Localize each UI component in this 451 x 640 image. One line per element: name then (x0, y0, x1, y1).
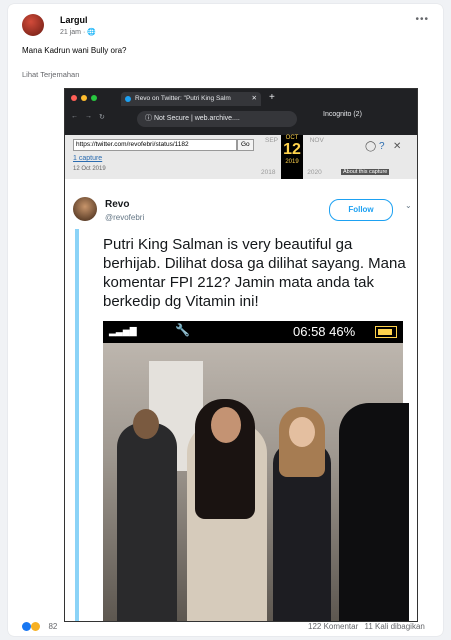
reload-icon: ↻ (99, 114, 105, 121)
tweet-author-name: Revo (105, 199, 130, 210)
not-secure-label: Not Secure (153, 115, 189, 122)
info-icon: ⓘ (145, 115, 154, 122)
tweet-image: ▂▃▅▇ 🔧 06:58 46% (103, 321, 409, 621)
next-year: 2020 (307, 169, 322, 176)
wayback-toolbar: https://twitter.com/revofebri/status/118… (65, 135, 417, 179)
wrench-icon: 🔧 (175, 323, 190, 337)
about-capture-button: About this capture (341, 169, 390, 175)
current-day: 12 (283, 141, 301, 158)
photo-person-foreground (339, 403, 409, 621)
post-caption: Mana Kadrun wani Bully ora? (22, 46, 127, 55)
maximize-window-icon (91, 95, 97, 101)
post-time[interactable]: 21 jam (60, 29, 81, 36)
phone-clock: 06:58 (293, 324, 326, 339)
user-icon: ◯ (365, 141, 377, 152)
next-month: NOV (309, 137, 324, 144)
close-window-icon (71, 95, 77, 101)
prev-month: SEP (265, 137, 278, 144)
shared-screenshot[interactable]: Revo on Twitter: "Putri King Salm ✕ + ← … (64, 88, 418, 622)
author-name[interactable]: Largul (60, 15, 88, 25)
incognito-label: Incognito (2) (323, 111, 362, 118)
current-year: 2019 (285, 159, 299, 165)
facebook-post-card: Largul 21 jam · 🌐 ••• Mana Kadrun wani B… (8, 4, 443, 636)
comments-count[interactable]: 122 Komentar (308, 622, 358, 631)
tab-title: Revo on Twitter: "Putri King Salm (135, 95, 231, 102)
browser-tab: Revo on Twitter: "Putri King Salm ✕ (121, 92, 261, 106)
capture-date: 12 Oct 2019 (73, 166, 106, 172)
signal-icon: ▂▃▅▇ (109, 326, 137, 336)
like-reaction-icon (22, 622, 31, 632)
engagement-counts: 122 Komentar 11 Kali dibagikan (308, 622, 425, 631)
more-options-icon[interactable]: ••• (415, 14, 429, 25)
see-translation-link[interactable]: Lihat Terjemahan (22, 70, 79, 79)
help-icon: ? (379, 141, 385, 152)
shares-count[interactable]: 11 Kali dibagikan (365, 622, 425, 631)
minimize-window-icon (81, 95, 87, 101)
browser-chrome: Revo on Twitter: "Putri King Salm ✕ + ← … (65, 89, 417, 135)
author-avatar[interactable] (22, 14, 44, 36)
new-tab-button: + (269, 92, 275, 103)
tweet-author-handle: @revofebri (105, 213, 145, 222)
browser-nav: ← → ↻ ⓘ Not Secure | web.archive.... (65, 107, 417, 131)
close-tab-icon: ✕ (251, 95, 257, 102)
thread-line (75, 229, 79, 621)
chevron-down-icon: ⌄ (405, 201, 412, 210)
battery-icon (375, 326, 397, 338)
prev-year: 2018 (261, 169, 276, 176)
forward-arrow-icon: → (85, 113, 92, 120)
reactions-summary[interactable]: 82 (22, 622, 58, 632)
address-text: web.archive.... (194, 115, 240, 122)
wayback-go-button: Go (237, 139, 254, 151)
tweet-avatar (73, 197, 97, 221)
capture-count: 1 capture (73, 155, 103, 162)
address-bar: ⓘ Not Secure | web.archive.... (137, 111, 297, 127)
post-meta: 21 jam · 🌐 (60, 29, 96, 36)
close-wayback-icon: ✕ (393, 141, 402, 152)
wayback-url-field: https://twitter.com/revofebri/status/118… (73, 139, 237, 151)
phone-battery-text: 46% (329, 324, 356, 339)
follow-button: Follow (329, 199, 393, 221)
photo-person-left (117, 423, 177, 621)
phone-status-bar: ▂▃▅▇ 🔧 06:58 46% (103, 321, 403, 343)
reactions-count: 82 (48, 622, 58, 632)
twitter-bird-icon (125, 96, 131, 102)
haha-reaction-icon (31, 622, 41, 632)
tweet-text: Putri King Salman is very beautiful ga b… (103, 236, 406, 310)
globe-icon: 🌐 (87, 29, 96, 36)
year-row: 2018 2020 (261, 169, 322, 176)
back-arrow-icon: ← (71, 113, 78, 120)
photo (103, 343, 409, 621)
